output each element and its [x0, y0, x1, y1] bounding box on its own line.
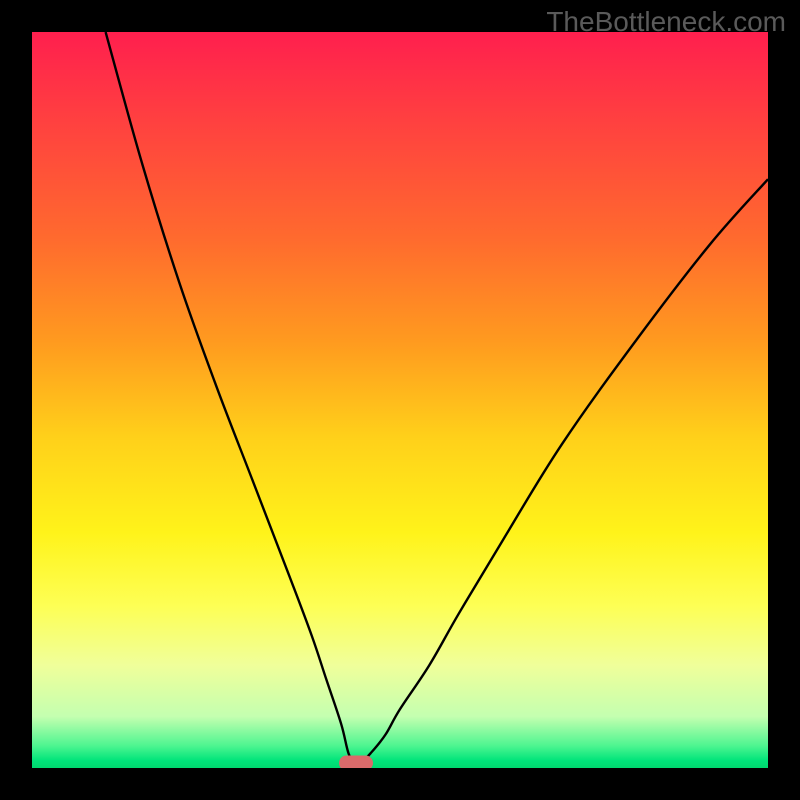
- minimum-marker: [339, 756, 373, 769]
- chart-container: TheBottleneck.com: [0, 0, 800, 800]
- bottleneck-curve: [32, 32, 768, 768]
- curve-left-branch: [106, 32, 356, 768]
- plot-area: [32, 32, 768, 768]
- curve-right-branch: [356, 179, 768, 768]
